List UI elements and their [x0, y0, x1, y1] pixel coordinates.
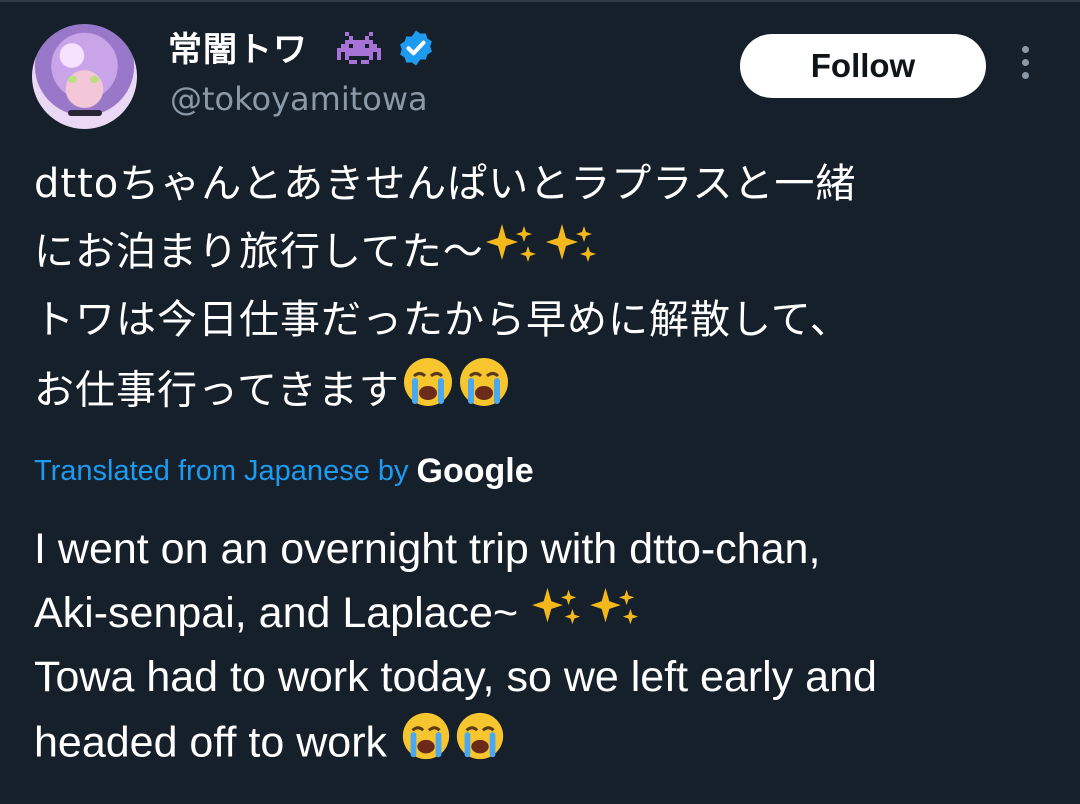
- crying-face-emoji-icon: [453, 709, 507, 781]
- avatar-choker: [68, 110, 102, 116]
- user-handle[interactable]: @tokoyamitowa: [170, 80, 428, 118]
- sparkles-emoji-icon: [484, 220, 544, 289]
- original-line: にお泊まり旅行してた〜: [34, 218, 1044, 286]
- translation-label[interactable]: Translated from Japanese by: [34, 455, 409, 488]
- more-vertical-icon[interactable]: [1014, 46, 1036, 86]
- original-line: お仕事行ってきます: [34, 354, 1044, 422]
- crying-face-emoji-icon: [399, 709, 453, 781]
- space-invader-icon: [337, 32, 381, 64]
- tweet-original-text: dttoちゃんとあきせんぱいとラプラスと一緒 にお泊まり旅行してた〜 トワは今日…: [34, 150, 1044, 422]
- follow-button[interactable]: Follow: [740, 34, 986, 98]
- original-line: トワは今日仕事だったから早めに解散して、: [34, 297, 851, 343]
- translation-attribution[interactable]: Translated from Japanese by Google: [34, 446, 534, 496]
- verified-badge-icon: [400, 30, 432, 66]
- crying-face-emoji-icon: [456, 354, 512, 431]
- avatar[interactable]: [32, 24, 137, 129]
- crying-face-emoji-icon: [400, 354, 456, 431]
- sparkles-emoji-icon: [588, 584, 646, 648]
- original-line: dttoちゃんとあきせんぱいとラプラスと一緒: [34, 161, 857, 207]
- tweet-translated-text: I went on an overnight trip with dtto-ch…: [34, 517, 1064, 773]
- avatar-eye-left: [68, 76, 77, 83]
- sparkles-emoji-icon: [544, 220, 604, 289]
- translated-line: Towa had to work today, so we left early…: [34, 653, 877, 701]
- avatar-eye-right: [90, 76, 99, 83]
- sparkles-emoji-icon: [530, 584, 588, 648]
- google-logo: Google: [416, 451, 534, 490]
- translated-line: headed off to work: [34, 709, 1064, 773]
- translated-line: I went on an overnight trip with dtto-ch…: [34, 525, 821, 573]
- display-name[interactable]: 常闇トワ: [168, 22, 308, 71]
- top-divider: [0, 0, 1080, 2]
- translated-line: Aki-senpai, and Laplace~: [34, 581, 1064, 645]
